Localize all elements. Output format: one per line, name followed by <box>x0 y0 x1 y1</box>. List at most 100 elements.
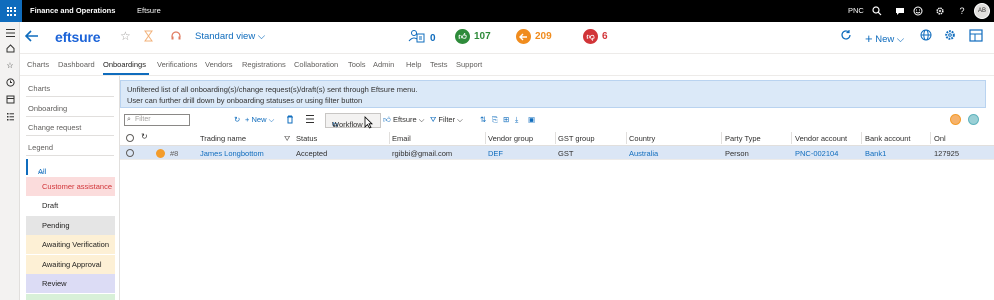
filter-menu-button[interactable]: ⛛ Filter ⌵ <box>430 115 463 125</box>
status-awaiting-approval[interactable]: Awaiting Approval <box>26 255 115 274</box>
sidebar-item-onboarding[interactable]: Onboarding <box>28 104 67 113</box>
column-header-email[interactable]: Email <box>392 134 411 143</box>
settings-icon[interactable] <box>933 4 947 18</box>
eftsure-menu-button[interactable]: 👍︎ Eftsure ⌵ <box>383 115 424 125</box>
status-pending[interactable]: Pending <box>26 216 115 235</box>
column-header-vendor-account[interactable]: Vendor account <box>795 134 847 143</box>
filter-menu-label: Filter <box>438 115 456 124</box>
sidebar-item-change-request[interactable]: Change request <box>28 123 81 132</box>
thumbs-up-icon: 👍︎ <box>455 29 470 44</box>
cell-trading-name[interactable]: James Longbottom <box>200 149 264 158</box>
column-header-party-type[interactable]: Party Type <box>725 134 761 143</box>
hamburger-icon[interactable] <box>4 27 16 39</box>
column-header-status[interactable]: Status <box>296 134 317 143</box>
avatar[interactable]: AB <box>974 3 990 19</box>
tab-collaboration[interactable]: Collaboration <box>294 60 338 69</box>
teal-status-icon[interactable] <box>968 114 979 125</box>
sidebar-item-all-onboardings[interactable]: All onboardings ⌵ <box>26 159 114 185</box>
company-picker[interactable]: PNC <box>848 6 864 15</box>
sidebar-item-legend[interactable]: Legend <box>28 143 53 152</box>
column-header-bank-account[interactable]: Bank account <box>865 134 910 143</box>
tab-verifications[interactable]: Verifications <box>157 60 197 69</box>
export-icon[interactable]: ⤓ <box>515 115 518 125</box>
stat-approved[interactable]: 👍︎ 107 <box>455 29 491 44</box>
layout-icon[interactable] <box>969 29 983 45</box>
column-header-country[interactable]: Country <box>629 134 655 143</box>
stat-pending[interactable]: 209 <box>516 29 552 44</box>
tab-support[interactable]: Support <box>456 60 482 69</box>
globe-icon[interactable] <box>920 29 932 44</box>
stat-people[interactable]: 0 <box>408 29 436 47</box>
column-filter-icon[interactable]: ⛛ <box>284 134 290 144</box>
tab-tools[interactable]: Tools <box>348 60 366 69</box>
cell-vendor-group[interactable]: DEF <box>488 149 503 158</box>
table-row[interactable]: #8 James Longbottom Accepted rgibbi@gmai… <box>120 146 994 160</box>
tab-admin[interactable]: Admin <box>373 60 394 69</box>
favorite-star-icon[interactable]: ☆ <box>120 30 131 42</box>
refresh-icon[interactable]: ↻ <box>234 115 240 124</box>
gear-icon[interactable] <box>944 29 956 44</box>
column-separator[interactable] <box>485 132 486 144</box>
status-awaiting-verification[interactable]: Awaiting Verification <box>26 235 115 254</box>
column-separator[interactable] <box>555 132 556 144</box>
new-record-button[interactable]: + New ⌵ <box>865 30 904 46</box>
search-icon[interactable] <box>870 4 884 18</box>
tab-tests[interactable]: Tests <box>430 60 448 69</box>
recent-icon[interactable] <box>4 76 16 88</box>
app-launcher-button[interactable] <box>0 0 22 22</box>
orange-status-icon[interactable] <box>950 114 961 125</box>
attach-icon[interactable]: ⎘ <box>492 115 498 125</box>
cell-bank-account[interactable]: Bank1 <box>865 149 886 158</box>
column-separator[interactable] <box>791 132 792 144</box>
column-separator[interactable] <box>389 132 390 144</box>
workspace-icon[interactable] <box>4 93 16 105</box>
tab-help[interactable]: Help <box>406 60 421 69</box>
hourglass-icon[interactable] <box>144 30 153 44</box>
star-icon[interactable]: ☆ <box>4 59 16 71</box>
sidebar-item-charts[interactable]: Charts <box>28 84 50 93</box>
office-icon[interactable]: ▣ <box>528 115 535 124</box>
column-separator[interactable] <box>861 132 862 144</box>
refresh-grid-icon[interactable]: ↻ <box>141 132 148 141</box>
status-next[interactable] <box>26 294 115 300</box>
cell-vendor-account[interactable]: PNC-002104 <box>795 149 838 158</box>
tab-dashboard[interactable]: Dashboard <box>58 60 95 69</box>
column-separator[interactable] <box>721 132 722 144</box>
status-customer-assistance[interactable]: Customer assistance <box>26 177 115 196</box>
list-icon[interactable] <box>306 115 314 125</box>
divider <box>26 96 114 97</box>
chevron-down-icon: ⌵ <box>257 31 266 42</box>
select-all-radio[interactable] <box>126 134 134 142</box>
row-select-radio[interactable] <box>126 149 134 157</box>
status-review[interactable]: Review <box>26 274 115 293</box>
refresh-icon[interactable] <box>840 29 852 44</box>
help-icon[interactable]: ? <box>955 4 969 18</box>
back-arrow-icon[interactable] <box>24 30 39 44</box>
status-draft[interactable]: Draft <box>26 196 115 215</box>
column-separator[interactable] <box>930 132 931 144</box>
new-button[interactable]: + New ⌵ <box>245 115 274 125</box>
feedback-icon[interactable] <box>911 4 925 18</box>
home-icon[interactable] <box>4 42 16 54</box>
filter-input[interactable]: ⌕ Filter <box>124 114 190 126</box>
stat-rejected[interactable]: 👎︎ 6 <box>583 29 608 44</box>
delete-icon[interactable] <box>286 115 294 126</box>
tab-charts[interactable]: Charts <box>27 60 49 69</box>
view-selector[interactable]: Standard view ⌵ <box>195 31 265 42</box>
waffle-icon <box>6 6 16 16</box>
grid-options-icon[interactable]: ⊞ <box>503 115 509 124</box>
sort-icon[interactable]: ⇅ <box>480 115 486 124</box>
cell-country[interactable]: Australia <box>629 149 658 158</box>
cell-gst-group: GST <box>558 149 574 158</box>
column-separator[interactable] <box>626 132 627 144</box>
column-header-vendor-group[interactable]: Vendor group <box>488 134 533 143</box>
notifications-icon[interactable] <box>893 4 907 18</box>
column-header-onl[interactable]: Onl <box>934 134 946 143</box>
tab-vendors[interactable]: Vendors <box>205 60 233 69</box>
tab-onboardings[interactable]: Onboardings <box>103 60 146 69</box>
column-header-trading-name[interactable]: Trading name <box>200 134 246 143</box>
tab-registrations[interactable]: Registrations <box>242 60 286 69</box>
headset-icon[interactable] <box>170 30 182 44</box>
modules-icon[interactable] <box>4 110 16 122</box>
column-header-gst-group[interactable]: GST group <box>558 134 595 143</box>
